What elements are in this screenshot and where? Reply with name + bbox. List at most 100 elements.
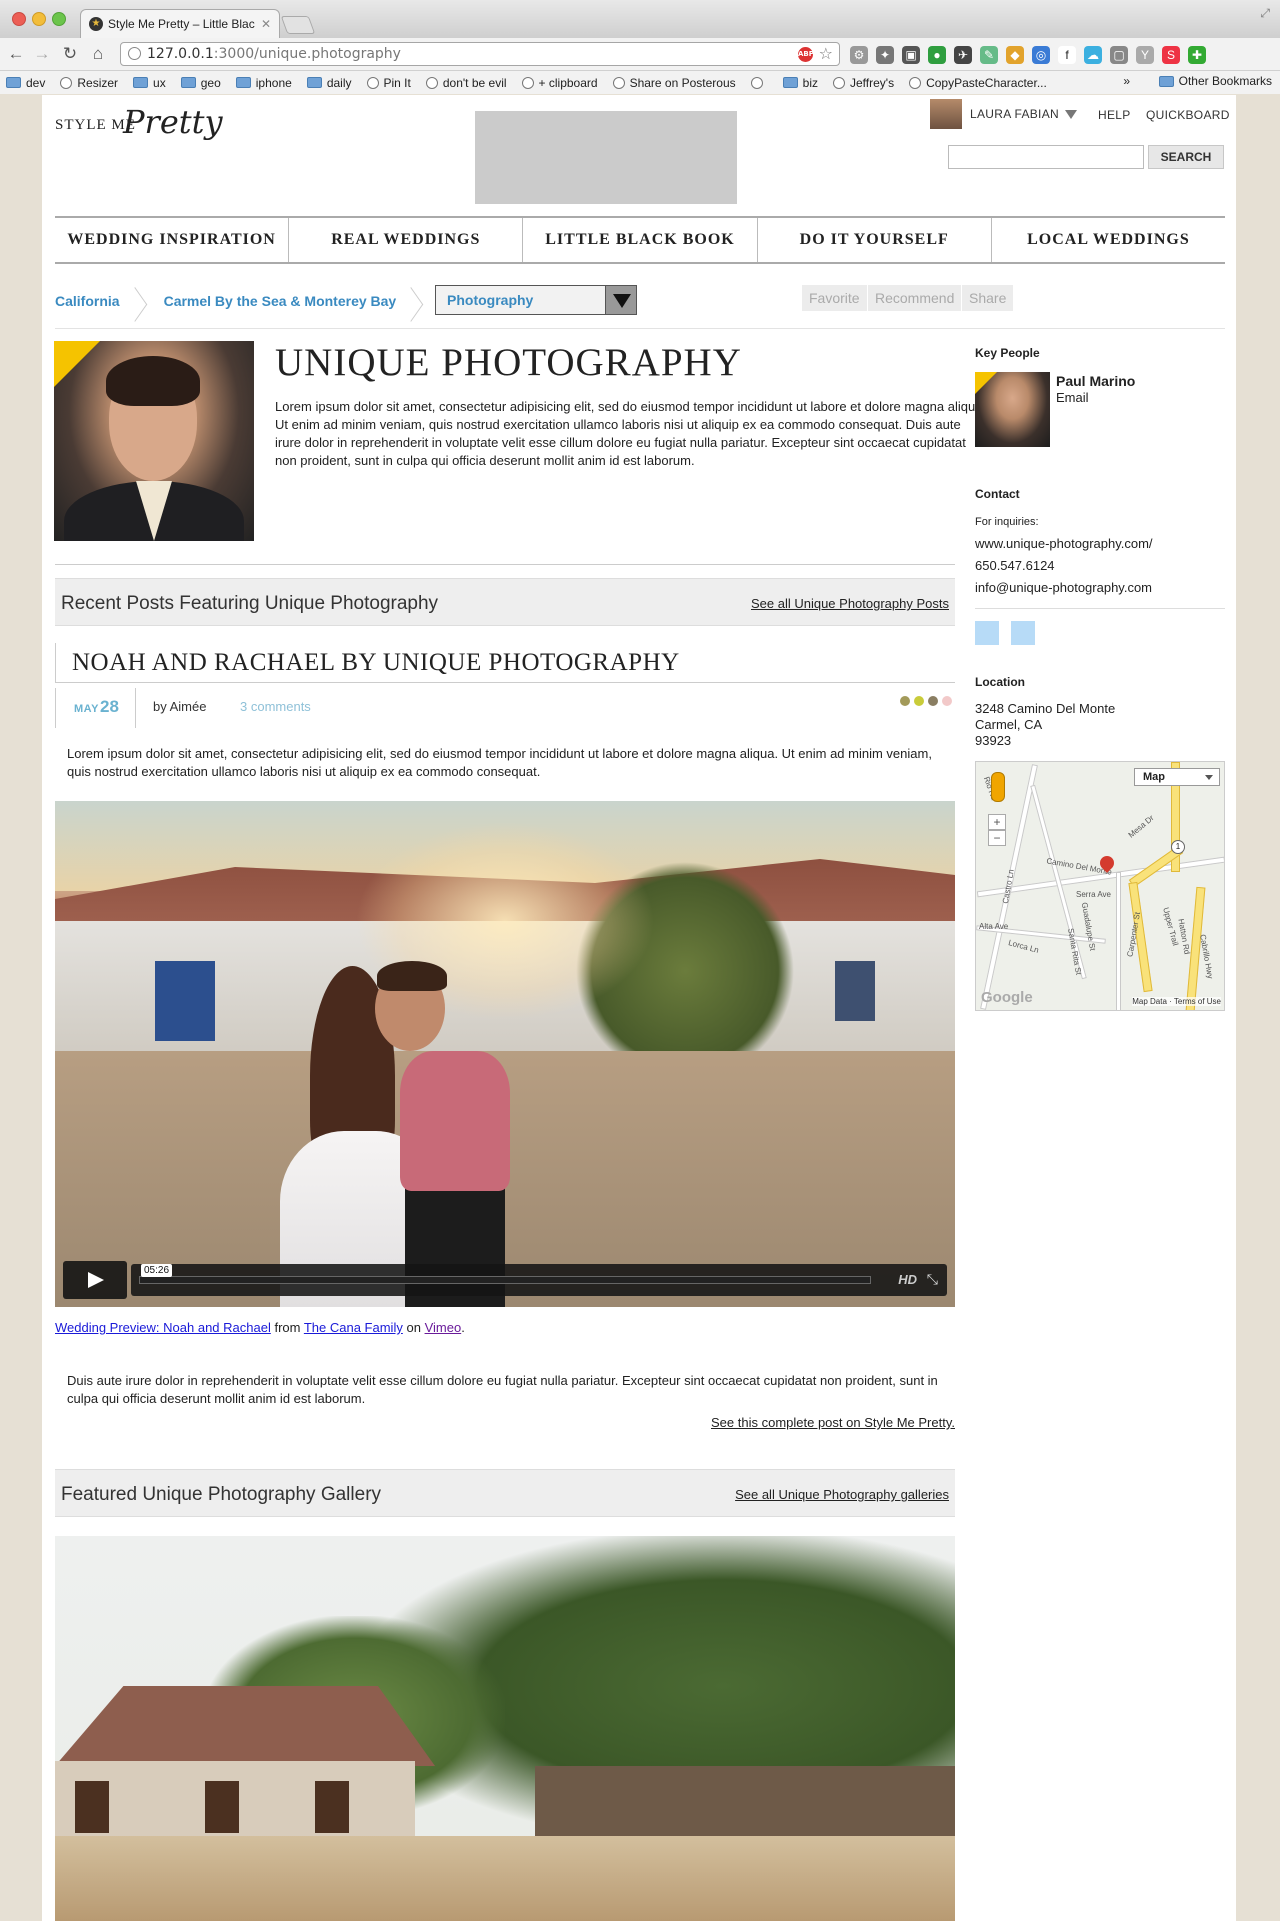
extension-target-icon[interactable]: ◎ xyxy=(1032,46,1050,64)
adblock-icon[interactable]: ABP xyxy=(798,47,814,62)
bookmark-item[interactable]: Resizer xyxy=(60,76,118,90)
website-link[interactable]: www.unique-photography.com/ xyxy=(975,536,1153,551)
bookmark-item[interactable]: biz xyxy=(782,76,818,90)
nav-real-weddings[interactable]: REAL WEDDINGS xyxy=(289,218,524,262)
zoom-in-button[interactable]: + xyxy=(988,814,1006,830)
nav-do-it-yourself[interactable]: DO IT YOURSELF xyxy=(758,218,992,262)
streetview-pegman-icon[interactable] xyxy=(991,772,1005,802)
credit-end-text: . xyxy=(461,1320,465,1335)
fullscreen-icon[interactable]: ⤢ xyxy=(1260,6,1270,21)
hd-toggle[interactable]: HD xyxy=(898,1272,917,1287)
color-swatch[interactable] xyxy=(942,696,952,706)
location-map[interactable]: Camino Del Monte Serra Ave Carpenter St … xyxy=(975,761,1225,1011)
post-title[interactable]: NOAH AND RACHAEL BY UNIQUE PHOTOGRAPHY xyxy=(72,649,680,677)
bookmark-item[interactable]: Share on Posterous xyxy=(612,76,736,90)
bookmark-item[interactable]: geo xyxy=(180,76,221,90)
category-select[interactable]: Photography xyxy=(435,285,637,315)
favorite-button[interactable]: Favorite xyxy=(802,285,867,311)
bookmark-item[interactable]: iphone xyxy=(235,76,292,90)
bookmark-item[interactable]: daily xyxy=(306,76,352,90)
bookmark-item[interactable] xyxy=(750,76,768,89)
search-input[interactable] xyxy=(948,145,1144,169)
extension-tool-icon[interactable]: ✦ xyxy=(876,46,894,64)
see-all-posts-link[interactable]: See all Unique Photography Posts xyxy=(751,596,949,611)
extension-screen-icon[interactable]: ▣ xyxy=(902,46,920,64)
video-scrubber[interactable]: 05:26 xyxy=(139,1264,871,1284)
see-complete-post-link[interactable]: See this complete post on Style Me Prett… xyxy=(711,1415,955,1430)
browser-tab[interactable]: ★ Style Me Pretty – Little Black ✕ xyxy=(80,9,280,38)
extension-stumble-icon[interactable]: S xyxy=(1162,46,1180,64)
bookmark-item[interactable]: CopyPasteCharacter... xyxy=(909,76,1047,90)
back-icon[interactable]: ← xyxy=(6,44,26,64)
tab-close-icon[interactable]: ✕ xyxy=(261,17,271,31)
reload-icon[interactable]: ↻ xyxy=(60,44,80,64)
extension-gear-icon[interactable]: ⚙ xyxy=(850,46,868,64)
home-icon[interactable]: ⌂ xyxy=(88,44,108,64)
help-link[interactable]: HELP xyxy=(1098,108,1131,122)
extension-wrench-icon[interactable]: ✚ xyxy=(1188,46,1206,64)
extension-fork-icon[interactable]: Y xyxy=(1136,46,1154,64)
window-zoom-button[interactable] xyxy=(52,12,66,26)
extension-bird-icon[interactable]: ✈ xyxy=(954,46,972,64)
color-swatch[interactable] xyxy=(900,696,910,706)
map-road xyxy=(1116,872,1121,1010)
new-tab-button[interactable] xyxy=(280,16,316,34)
quickboard-link[interactable]: QUICKBOARD xyxy=(1146,108,1230,122)
post-comments-link[interactable]: 3 comments xyxy=(240,699,311,714)
chevron-down-icon[interactable] xyxy=(1064,109,1077,119)
contact-email-link[interactable]: info@unique-photography.com xyxy=(975,580,1152,595)
breadcrumb-region[interactable]: Carmel By the Sea & Monterey Bay xyxy=(164,293,397,309)
bookmark-item[interactable]: dev xyxy=(6,76,45,90)
color-swatch[interactable] xyxy=(928,696,938,706)
video-player[interactable]: 05:26 HD ⤡ xyxy=(55,801,955,1307)
user-menu[interactable]: LAURA FABIAN xyxy=(930,99,1077,129)
dropdown-arrow-icon[interactable] xyxy=(605,286,636,314)
extension-palette-icon[interactable]: ◆ xyxy=(1006,46,1024,64)
video-title-link[interactable]: Wedding Preview: Noah and Rachael xyxy=(55,1320,271,1335)
forward-icon[interactable]: → xyxy=(32,44,52,64)
vimeo-link[interactable]: Vimeo xyxy=(425,1320,462,1335)
photo-hair xyxy=(106,356,200,406)
nav-wedding-inspiration[interactable]: WEDDING INSPIRATION xyxy=(55,218,290,262)
key-person-email-link[interactable]: Email xyxy=(1056,390,1089,405)
window-close-button[interactable] xyxy=(12,12,26,26)
map-type-select[interactable]: Map xyxy=(1134,768,1220,786)
map-label: Lorca Ln xyxy=(1007,938,1040,955)
share-button[interactable]: Share xyxy=(962,285,1014,311)
other-bookmarks-folder[interactable]: Other Bookmarks xyxy=(1158,74,1272,88)
bookmark-item[interactable]: don't be evil xyxy=(425,76,507,90)
bookmark-label: dev xyxy=(26,75,46,90)
bookmark-item[interactable]: ux xyxy=(133,76,166,90)
extension-evernote-icon[interactable]: ● xyxy=(928,46,946,64)
bookmark-star-icon[interactable]: ☆ xyxy=(819,43,833,65)
see-all-galleries-link[interactable]: See all Unique Photography galleries xyxy=(735,1487,949,1502)
recommend-button[interactable]: Recommend xyxy=(868,285,962,311)
bookmarks-overflow-icon[interactable]: » xyxy=(1123,74,1130,88)
video-owner-link[interactable]: The Cana Family xyxy=(304,1320,403,1335)
fullscreen-icon[interactable]: ⤡ xyxy=(927,1271,938,1288)
window-minimize-button[interactable] xyxy=(32,12,46,26)
address-bar[interactable]: 127.0.0.1:3000/unique.photography ABP ☆ xyxy=(120,42,840,66)
extension-function-icon[interactable]: f xyxy=(1058,46,1076,64)
bookmark-item[interactable]: Jeffrey's xyxy=(833,76,894,90)
site-logo[interactable]: STYLE ME Pretty xyxy=(55,103,225,153)
color-swatch[interactable] xyxy=(914,696,924,706)
extension-eyedropper-icon[interactable]: ✎ xyxy=(980,46,998,64)
bookmark-item[interactable]: + clipboard xyxy=(521,76,598,90)
nav-local-weddings[interactable]: LOCAL WEDDINGS xyxy=(992,218,1225,262)
facebook-icon[interactable] xyxy=(975,621,999,645)
zoom-out-button[interactable]: − xyxy=(988,830,1006,846)
map-terms-link[interactable]: Map Data · Terms of Use xyxy=(1132,997,1221,1006)
nav-little-black-book[interactable]: LITTLE BLACK BOOK xyxy=(523,218,758,262)
play-icon[interactable] xyxy=(63,1261,127,1299)
bookmark-item[interactable]: Pin It xyxy=(366,76,411,90)
extension-cloud-icon[interactable]: ☁ xyxy=(1084,46,1102,64)
page-info-icon[interactable] xyxy=(128,47,141,60)
twitter-icon[interactable] xyxy=(1011,621,1035,645)
search-button[interactable]: SEARCH xyxy=(1148,145,1224,169)
gallery-photo[interactable] xyxy=(55,1536,955,1921)
video-duration: 05:26 xyxy=(141,1264,173,1277)
breadcrumb-state[interactable]: California xyxy=(55,293,120,309)
extension-frame-icon[interactable]: ▢ xyxy=(1110,46,1128,64)
bookmark-page-icon xyxy=(833,76,845,89)
